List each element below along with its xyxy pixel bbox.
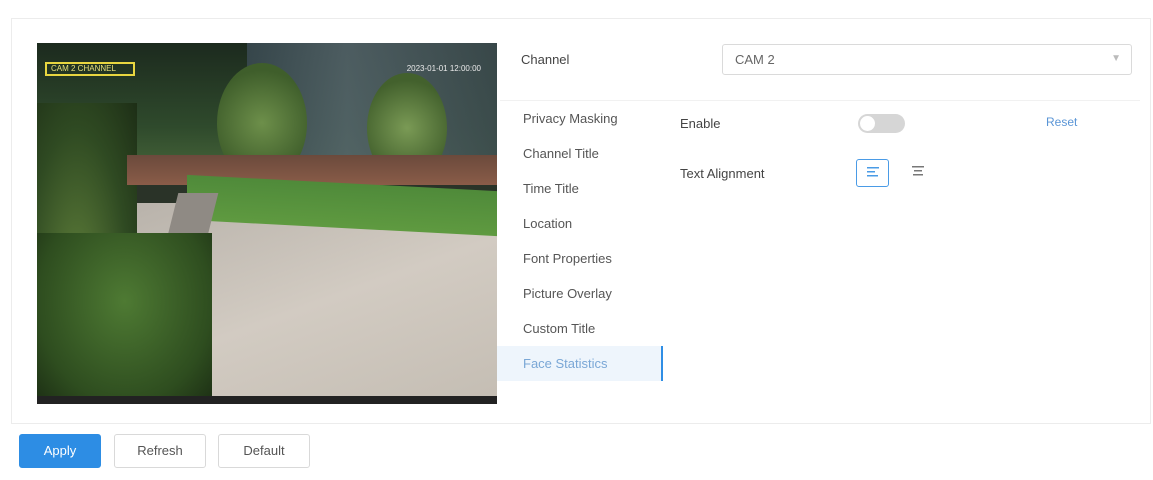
toggle-knob bbox=[860, 116, 875, 131]
align-left-icon bbox=[866, 167, 879, 177]
menu-item-font-properties[interactable]: Font Properties bbox=[497, 241, 663, 276]
channel-select-value: CAM 2 bbox=[735, 52, 775, 67]
menu-item-face-statistics[interactable]: Face Statistics bbox=[497, 346, 663, 381]
refresh-button[interactable]: Refresh bbox=[114, 434, 206, 468]
osd-channel-title[interactable]: CAM 2 CHANNEL bbox=[45, 62, 135, 76]
reset-link[interactable]: Reset bbox=[1046, 115, 1077, 129]
chevron-down-icon: ▼ bbox=[1111, 53, 1121, 64]
video-preview: CAM 2 CHANNEL 2023-01-01 12:00:00 bbox=[37, 43, 497, 404]
align-left-button[interactable] bbox=[856, 159, 889, 187]
menu-item-location[interactable]: Location bbox=[497, 206, 663, 241]
menu-item-time-title[interactable]: Time Title bbox=[497, 171, 663, 206]
osd-time-title[interactable]: 2023-01-01 12:00:00 bbox=[407, 64, 481, 73]
default-button[interactable]: Default bbox=[218, 434, 310, 468]
menu-item-channel-title[interactable]: Channel Title bbox=[497, 136, 663, 171]
apply-button[interactable]: Apply bbox=[19, 434, 101, 468]
align-center-icon bbox=[911, 166, 924, 176]
enable-toggle[interactable] bbox=[858, 114, 905, 133]
menu-item-privacy-masking[interactable]: Privacy Masking bbox=[497, 101, 663, 136]
text-alignment-label: Text Alignment bbox=[680, 166, 765, 181]
video-bottom-bar bbox=[37, 396, 497, 404]
enable-label: Enable bbox=[680, 116, 721, 131]
menu-item-picture-overlay[interactable]: Picture Overlay bbox=[497, 276, 663, 311]
menu-item-custom-title[interactable]: Custom Title bbox=[497, 311, 663, 346]
channel-select[interactable]: CAM 2 ▼ bbox=[722, 44, 1132, 75]
align-center-button[interactable] bbox=[901, 159, 934, 187]
channel-label: Channel bbox=[521, 52, 570, 67]
overlay-menu: Privacy Masking Channel Title Time Title… bbox=[497, 101, 663, 381]
video-hedge bbox=[37, 233, 212, 404]
